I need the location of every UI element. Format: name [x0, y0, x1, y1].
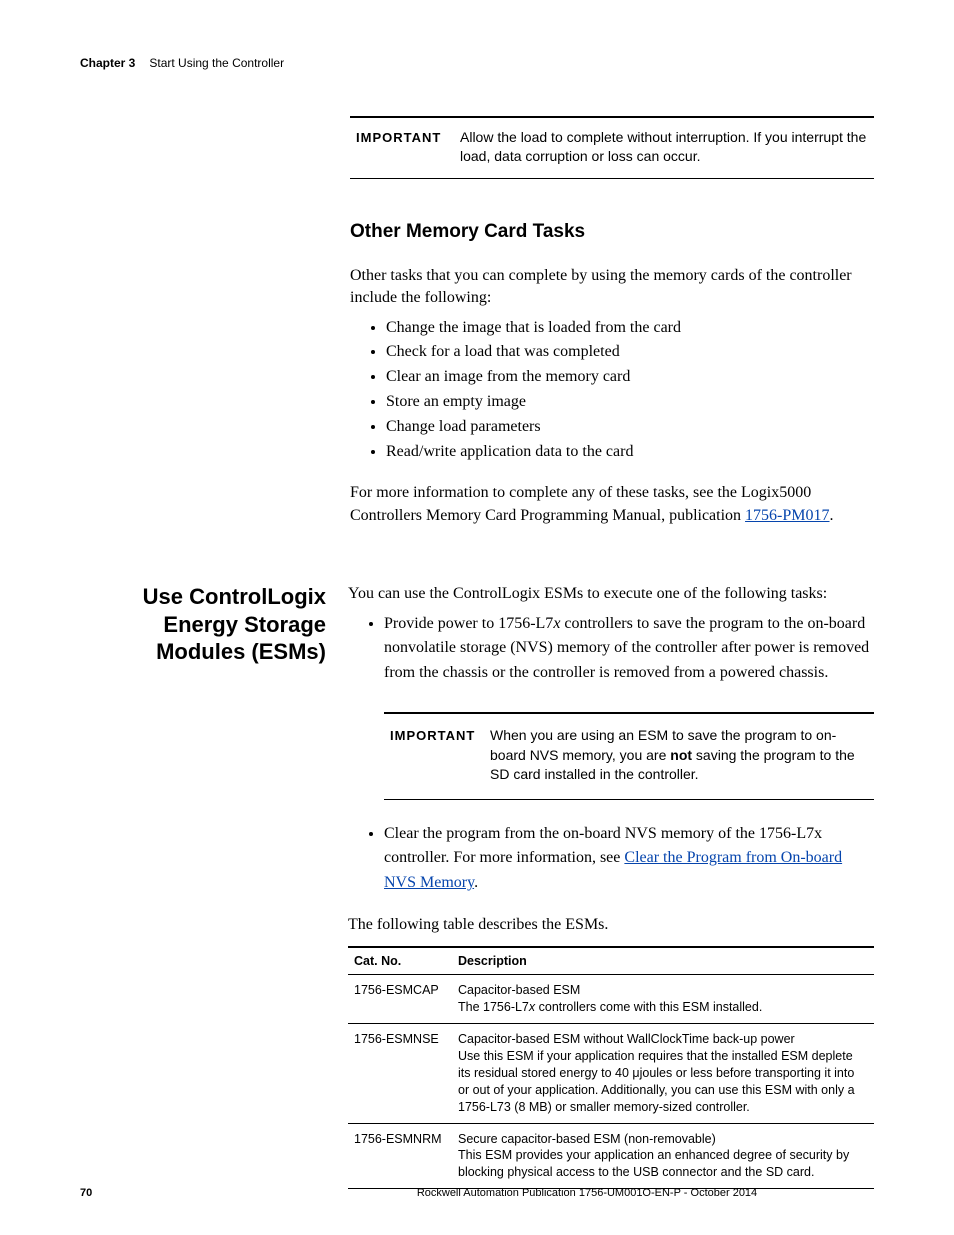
document-page: Chapter 3 Start Using the Controller IMP…: [0, 0, 954, 1235]
top-content: IMPORTANT Allow the load to complete wit…: [350, 116, 874, 527]
chapter-title: Start Using the Controller: [149, 56, 284, 70]
cell-cat: 1756-ESMNSE: [348, 1024, 452, 1123]
publication-link[interactable]: 1756-PM017: [745, 507, 829, 524]
text: This ESM provides your application an en…: [458, 1148, 849, 1179]
important-callout-1: IMPORTANT Allow the load to complete wit…: [350, 116, 874, 179]
esm-list-2: Clear the program from the on-board NVS …: [348, 822, 874, 896]
text: .: [474, 874, 478, 891]
esm-section: Use ControlLogix Energy Storage Modules …: [80, 583, 874, 1189]
esm-body: You can use the ControlLogix ESMs to exe…: [348, 583, 874, 1189]
text: Capacitor-based ESM: [458, 983, 580, 997]
text: Use this ESM if your application require…: [458, 1049, 855, 1114]
running-header: Chapter 3 Start Using the Controller: [80, 56, 874, 70]
cell-desc: Secure capacitor-based ESM (non-removabl…: [452, 1123, 874, 1189]
callout-label: IMPORTANT: [356, 128, 460, 166]
list-item: Store an empty image: [386, 390, 874, 415]
callout-text: Allow the load to complete without inter…: [460, 128, 868, 166]
text: Provide power to 1756-L7: [384, 615, 553, 632]
memory-task-list: Change the image that is loaded from the…: [350, 316, 874, 465]
col-description: Description: [452, 947, 874, 975]
publication-id: Rockwell Automation Publication 1756-UM0…: [300, 1187, 874, 1199]
callout-text: When you are using an ESM to save the pr…: [490, 726, 868, 785]
chapter-number: Chapter 3: [80, 56, 135, 70]
esm-table: Cat. No. Description 1756-ESMCAP Capacit…: [348, 946, 874, 1189]
page-footer: 70 Rockwell Automation Publication 1756-…: [80, 1187, 874, 1199]
table-row: 1756-ESMNSE Capacitor-based ESM without …: [348, 1024, 874, 1123]
text-bold: not: [670, 747, 692, 763]
list-item: Change load parameters: [386, 415, 874, 440]
text: .: [830, 507, 834, 524]
list-item: Read/write application data to the card: [386, 440, 874, 465]
cell-desc: Capacitor-based ESM The 1756-L7x control…: [452, 975, 874, 1024]
table-row: 1756-ESMNRM Secure capacitor-based ESM (…: [348, 1123, 874, 1189]
text: controllers come with this ESM installed…: [535, 1000, 762, 1014]
table-intro: The following table describes the ESMs.: [348, 914, 874, 936]
list-item: Change the image that is loaded from the…: [386, 316, 874, 341]
cell-cat: 1756-ESMCAP: [348, 975, 452, 1024]
cell-desc: Capacitor-based ESM without WallClockTim…: [452, 1024, 874, 1123]
memory-intro: Other tasks that you can complete by usi…: [350, 265, 874, 310]
text: Capacitor-based ESM without WallClockTim…: [458, 1032, 795, 1046]
important-callout-2: IMPORTANT When you are using an ESM to s…: [384, 712, 874, 800]
cell-cat: 1756-ESMNRM: [348, 1123, 452, 1189]
table-row: 1756-ESMCAP Capacitor-based ESM The 1756…: [348, 975, 874, 1024]
list-item: Check for a load that was completed: [386, 340, 874, 365]
text: Secure capacitor-based ESM (non-removabl…: [458, 1132, 716, 1146]
list-item: Clear an image from the memory card: [386, 365, 874, 390]
list-item: Clear the program from the on-board NVS …: [384, 822, 874, 896]
col-cat-no: Cat. No.: [348, 947, 452, 975]
side-heading-esm: Use ControlLogix Energy Storage Modules …: [80, 583, 348, 666]
table-header-row: Cat. No. Description: [348, 947, 874, 975]
list-item: Provide power to 1756-L7x controllers to…: [384, 612, 874, 686]
callout-label: IMPORTANT: [390, 726, 490, 785]
esm-list-1: Provide power to 1756-L7x controllers to…: [348, 612, 874, 686]
text: The 1756-L7: [458, 1000, 529, 1014]
esm-intro: You can use the ControlLogix ESMs to exe…: [348, 583, 874, 605]
section-heading-memory: Other Memory Card Tasks: [350, 221, 874, 243]
memory-outro: For more information to complete any of …: [350, 482, 874, 527]
text: For more information to complete any of …: [350, 484, 811, 523]
